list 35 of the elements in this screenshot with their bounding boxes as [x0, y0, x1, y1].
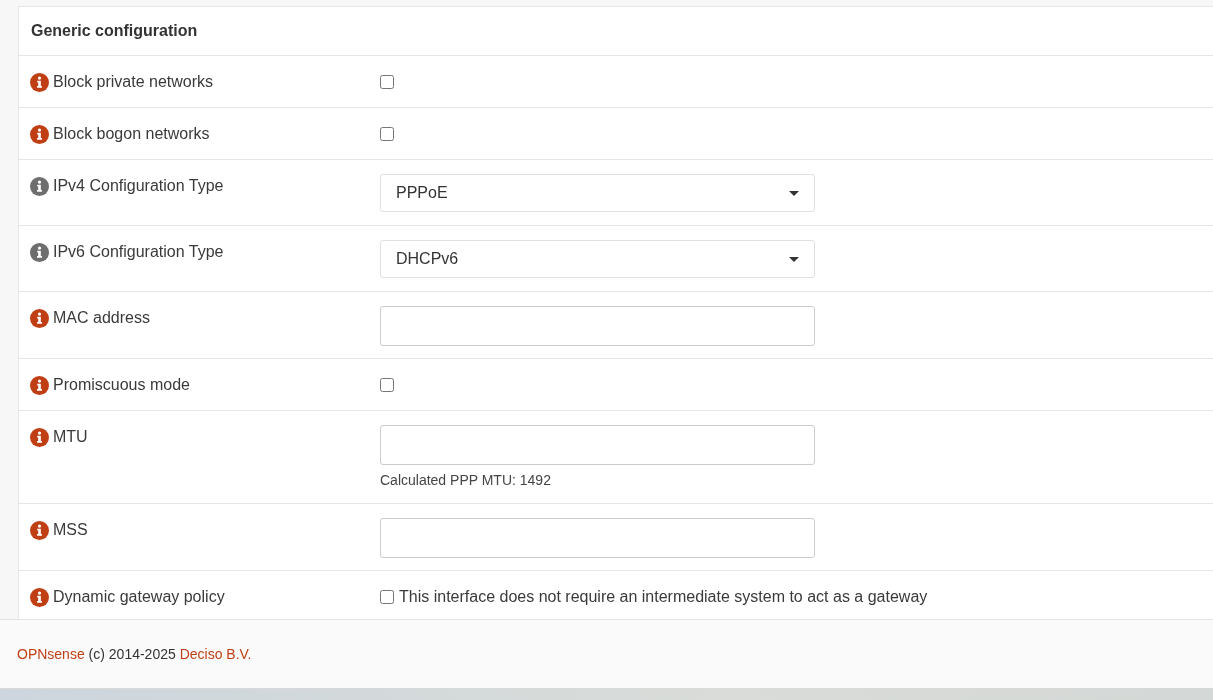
- help-text: Calculated PPP MTU: 1492: [380, 471, 551, 490]
- footer-link[interactable]: OPNsense: [17, 646, 85, 662]
- footer-link[interactable]: Deciso B.V.: [179, 646, 252, 662]
- checkbox[interactable]: [380, 75, 394, 89]
- field-label: MSS: [53, 521, 88, 539]
- field-label: Promiscuous mode: [53, 376, 190, 394]
- section-title: Generic configuration: [31, 22, 198, 40]
- field-label: Block bogon networks: [53, 125, 210, 143]
- checkbox[interactable]: [380, 378, 394, 392]
- caret-icon: [789, 256, 799, 262]
- info-icon[interactable]: [30, 587, 49, 607]
- dropdown[interactable]: DHCPv6: [380, 240, 815, 278]
- caret-icon: [789, 190, 799, 196]
- info-icon[interactable]: [30, 308, 49, 328]
- info-icon[interactable]: [30, 427, 49, 447]
- field-label: MTU: [53, 428, 88, 446]
- info-icon[interactable]: [30, 124, 49, 144]
- field-label: IPv6 Configuration Type: [53, 243, 224, 261]
- dropdown[interactable]: PPPoE: [380, 174, 815, 212]
- info-icon[interactable]: [30, 176, 49, 196]
- checkbox-label: This interface does not require an intermediate system to act as a gateway: [399, 588, 928, 606]
- checkbox[interactable]: [380, 127, 394, 141]
- info-icon[interactable]: [30, 520, 49, 540]
- input-field[interactable]: [380, 518, 815, 558]
- info-icon[interactable]: [30, 72, 49, 92]
- info-icon[interactable]: [30, 375, 49, 395]
- field-label: Block private networks: [53, 73, 214, 91]
- checkbox[interactable]: [380, 590, 394, 604]
- input-field[interactable]: [380, 306, 815, 346]
- field-label: Dynamic gateway policy: [53, 588, 225, 606]
- input-field[interactable]: [380, 425, 815, 465]
- field-label: MAC address: [53, 309, 150, 327]
- info-icon[interactable]: [30, 242, 49, 262]
- field-label: IPv4 Configuration Type: [53, 177, 224, 195]
- copyright-text: OPNsense (c) 2014-2025 Deciso B.V.: [17, 646, 252, 662]
